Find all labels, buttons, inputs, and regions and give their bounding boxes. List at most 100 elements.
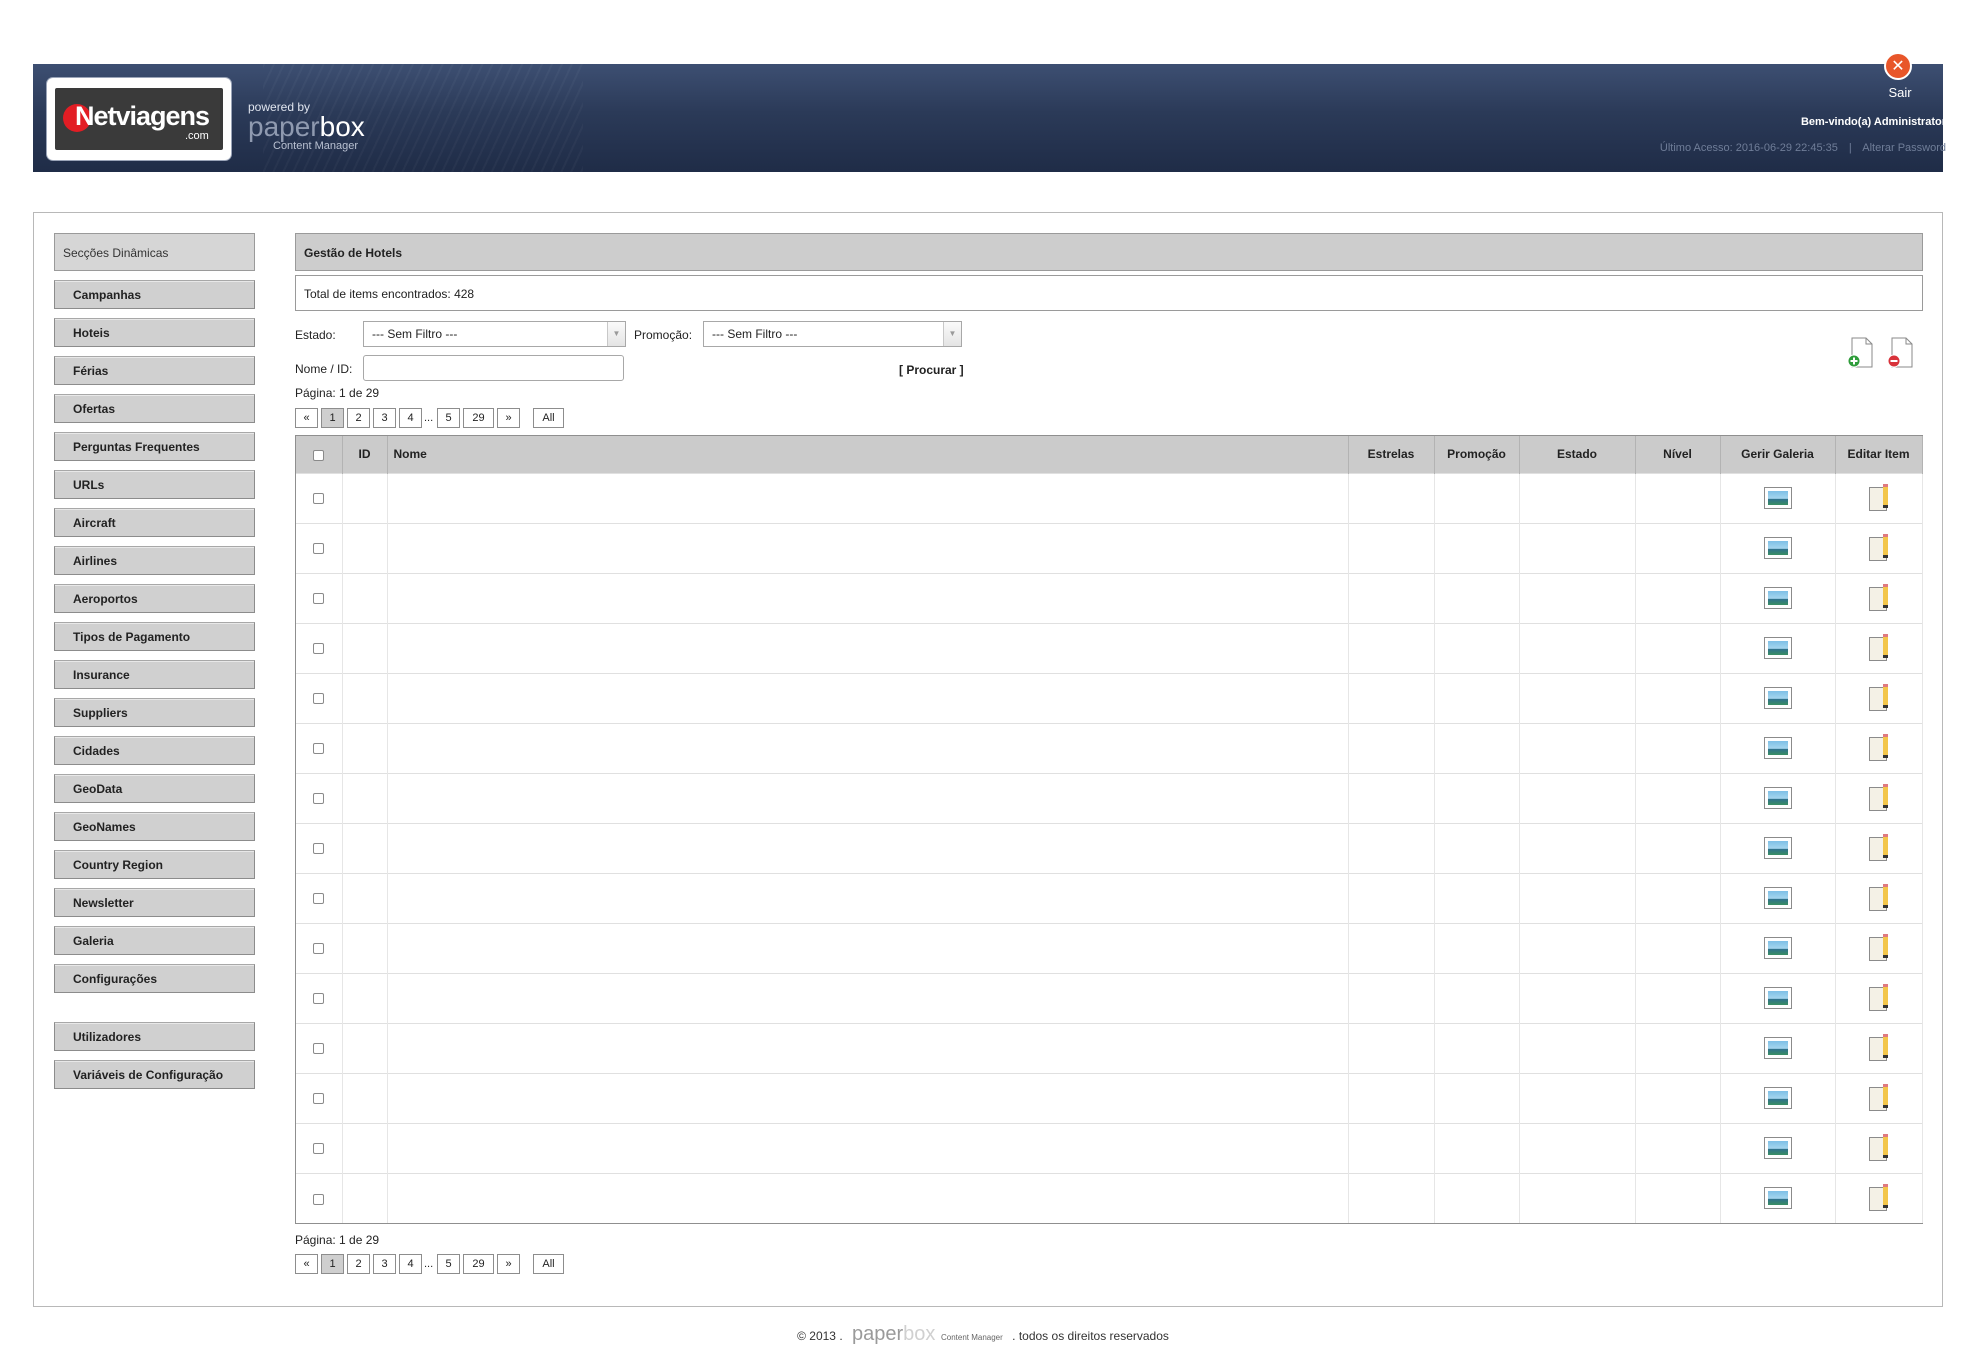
row-checkbox[interactable]	[313, 1043, 325, 1055]
sidebar-item-airlines[interactable]: Airlines	[54, 546, 255, 575]
row-checkbox[interactable]	[313, 1193, 325, 1205]
row-checkbox[interactable]	[313, 893, 325, 905]
edit-icon[interactable]	[1868, 984, 1889, 1012]
col-estado[interactable]: Estado	[1519, 436, 1636, 473]
sidebar-item-geodata[interactable]: GeoData	[54, 774, 255, 803]
row-checkbox[interactable]	[313, 643, 325, 655]
gallery-icon[interactable]	[1763, 1137, 1792, 1159]
pagination-page-button[interactable]: 29	[463, 408, 494, 428]
pagination-page-button[interactable]: 29	[463, 1254, 494, 1274]
estado-select[interactable]: --- Sem Filtro --- ▼	[363, 321, 626, 347]
edit-icon[interactable]	[1868, 534, 1889, 562]
logout-link[interactable]: Sair	[1880, 85, 1920, 100]
row-checkbox[interactable]	[313, 1143, 325, 1155]
edit-icon[interactable]	[1868, 1034, 1889, 1062]
pagination-page-button[interactable]: 3	[373, 1254, 396, 1274]
sidebar-item-urls[interactable]: URLs	[54, 470, 255, 499]
add-item-icon[interactable]	[1847, 337, 1873, 369]
sidebar-item-galeria[interactable]: Galeria	[54, 926, 255, 955]
pagination-page-button[interactable]: 4	[399, 1254, 422, 1274]
pagination-page-button[interactable]: 2	[347, 1254, 370, 1274]
col-id[interactable]: ID	[342, 436, 388, 473]
edit-icon[interactable]	[1868, 734, 1889, 762]
row-checkbox[interactable]	[313, 843, 325, 855]
sidebar-item-insurance[interactable]: Insurance	[54, 660, 255, 689]
edit-icon[interactable]	[1868, 684, 1889, 712]
sidebar-item-ofertas[interactable]: Ofertas	[54, 394, 255, 423]
edit-icon[interactable]	[1868, 1084, 1889, 1112]
pagination-first-button[interactable]: «	[295, 408, 318, 428]
pagination-page-button[interactable]: 5	[437, 408, 460, 428]
sidebar-item-perguntas-frequentes[interactable]: Perguntas Frequentes	[54, 432, 255, 461]
edit-icon[interactable]	[1868, 884, 1889, 912]
gallery-icon[interactable]	[1763, 1187, 1792, 1210]
sidebar-item-f-rias[interactable]: Férias	[54, 356, 255, 385]
sidebar-item-suppliers[interactable]: Suppliers	[54, 698, 255, 727]
sidebar-item-campanhas[interactable]: Campanhas	[54, 280, 255, 309]
search-button[interactable]: [ Procurar ]	[899, 363, 964, 377]
pagination-page-button[interactable]: 3	[373, 408, 396, 428]
sidebar-item-configura-es[interactable]: Configurações	[54, 964, 255, 993]
row-checkbox[interactable]	[313, 1093, 325, 1105]
pagination-first-button[interactable]: «	[295, 1254, 318, 1274]
gallery-icon[interactable]	[1763, 687, 1792, 709]
edit-icon[interactable]	[1868, 1134, 1889, 1162]
nome-id-input[interactable]	[363, 355, 624, 381]
netviagens-logo[interactable]: Netviagens .com	[47, 78, 231, 160]
row-checkbox[interactable]	[313, 793, 325, 805]
pagination-page-button[interactable]: 1	[321, 408, 344, 428]
sidebar-item-cidades[interactable]: Cidades	[54, 736, 255, 765]
edit-icon[interactable]	[1868, 484, 1889, 512]
gallery-icon[interactable]	[1763, 737, 1792, 759]
row-checkbox[interactable]	[313, 693, 325, 705]
row-checkbox[interactable]	[313, 743, 325, 755]
sidebar-item-aircraft[interactable]: Aircraft	[54, 508, 255, 537]
gallery-icon[interactable]	[1763, 887, 1792, 909]
pagination-last-button[interactable]: »	[497, 1254, 520, 1274]
row-checkbox[interactable]	[313, 593, 325, 605]
change-password-link[interactable]: Alterar Password	[1862, 142, 1946, 154]
col-estrelas[interactable]: Estrelas	[1348, 436, 1435, 473]
logout-icon[interactable]: ✕	[1884, 52, 1912, 80]
edit-icon[interactable]	[1868, 634, 1889, 662]
pagination-all-button[interactable]: All	[533, 408, 564, 428]
promocao-select[interactable]: --- Sem Filtro --- ▼	[703, 321, 962, 347]
gallery-icon[interactable]	[1763, 637, 1792, 659]
gallery-icon[interactable]	[1763, 987, 1792, 1009]
col-nome[interactable]: Nome	[387, 436, 1349, 473]
edit-icon[interactable]	[1868, 834, 1889, 862]
sidebar-item-geonames[interactable]: GeoNames	[54, 812, 255, 841]
pagination-page-button[interactable]: 5	[437, 1254, 460, 1274]
row-checkbox[interactable]	[313, 943, 325, 955]
gallery-icon[interactable]	[1763, 937, 1792, 959]
row-checkbox[interactable]	[313, 493, 325, 505]
pagination-page-button[interactable]: 1	[321, 1254, 344, 1274]
sidebar-item-newsletter[interactable]: Newsletter	[54, 888, 255, 917]
col-promocao[interactable]: Promoção	[1434, 436, 1520, 473]
sidebar-item-aeroportos[interactable]: Aeroportos	[54, 584, 255, 613]
row-checkbox[interactable]	[313, 993, 325, 1005]
edit-icon[interactable]	[1868, 1184, 1889, 1212]
col-nivel[interactable]: Nível	[1635, 436, 1721, 473]
pagination-page-button[interactable]: 2	[347, 408, 370, 428]
edit-icon[interactable]	[1868, 584, 1889, 612]
sidebar-item-utilizadores[interactable]: Utilizadores	[54, 1022, 255, 1051]
pagination-last-button[interactable]: »	[497, 408, 520, 428]
sidebar-item-vari-veis-de-configura-o[interactable]: Variáveis de Configuração	[54, 1060, 255, 1089]
gallery-icon[interactable]	[1763, 1037, 1792, 1059]
gallery-icon[interactable]	[1763, 487, 1792, 509]
delete-item-icon[interactable]	[1887, 337, 1913, 369]
gallery-icon[interactable]	[1763, 787, 1792, 809]
gallery-icon[interactable]	[1763, 837, 1792, 859]
sidebar-item-country-region[interactable]: Country Region	[54, 850, 255, 879]
edit-icon[interactable]	[1868, 784, 1889, 812]
sidebar-item-hoteis[interactable]: Hoteis	[54, 318, 255, 347]
sidebar-item-tipos-de-pagamento[interactable]: Tipos de Pagamento	[54, 622, 255, 651]
select-all-checkbox[interactable]	[313, 449, 325, 461]
gallery-icon[interactable]	[1763, 537, 1792, 559]
pagination-page-button[interactable]: 4	[399, 408, 422, 428]
edit-icon[interactable]	[1868, 934, 1889, 962]
row-checkbox[interactable]	[313, 543, 325, 555]
gallery-icon[interactable]	[1763, 587, 1792, 609]
pagination-all-button[interactable]: All	[533, 1254, 564, 1274]
